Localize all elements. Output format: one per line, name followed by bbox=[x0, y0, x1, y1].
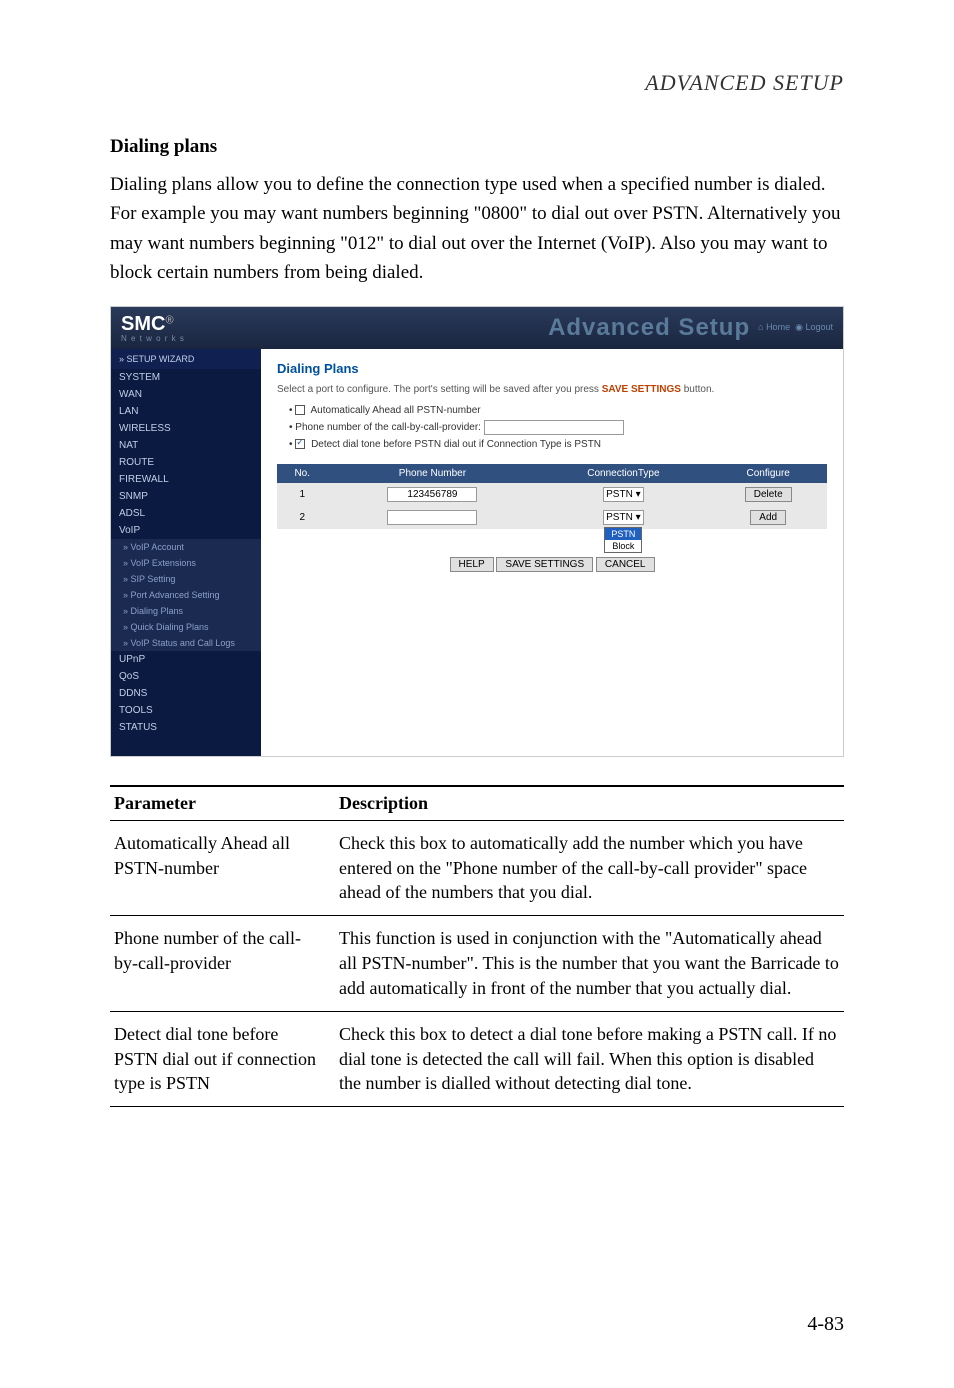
bottom-buttons: HELP SAVE SETTINGS CANCEL bbox=[277, 557, 827, 572]
table-row: Detect dial tone before PSTN dial out if… bbox=[110, 1011, 844, 1106]
bullet-auto-ahead: • Automatically Ahead all PSTN-number bbox=[289, 405, 827, 416]
screenshot-topbar: SMC® N e t w o r k s Advanced Setup ⌂ Ho… bbox=[111, 307, 843, 349]
dialing-plans-table: No. Phone Number ConnectionType Configur… bbox=[277, 464, 827, 529]
sidebar-setup-wizard[interactable]: » SETUP WIZARD bbox=[111, 349, 261, 369]
th-conf: Configure bbox=[709, 464, 827, 483]
param-name-2: Detect dial tone before PSTN dial out if… bbox=[110, 1011, 335, 1106]
main-panel: Dialing Plans Select a port to configure… bbox=[261, 349, 843, 756]
param-header-parameter: Parameter bbox=[110, 786, 335, 821]
help-button[interactable]: HELP bbox=[450, 557, 494, 572]
logo-text: SMC bbox=[121, 313, 165, 335]
cancel-button[interactable]: CANCEL bbox=[596, 557, 655, 572]
bullet-phone-label: Phone number of the call-by-call-provide… bbox=[295, 422, 481, 433]
conn-select-1[interactable]: PSTN ▾ bbox=[603, 487, 643, 502]
screenshot-body: » SETUP WIZARD SYSTEM WAN LAN WIRELESS N… bbox=[111, 349, 843, 756]
th-phone: Phone Number bbox=[327, 464, 537, 483]
table-row: 1 123456789 PSTN ▾ Delete bbox=[277, 483, 827, 506]
sidebar-item-qos[interactable]: QoS bbox=[111, 668, 261, 685]
th-no: No. bbox=[277, 464, 327, 483]
dropdown-option-block[interactable]: Block bbox=[605, 540, 641, 552]
sidebar-item-firewall[interactable]: FIREWALL bbox=[111, 471, 261, 488]
section-title: Dialing plans bbox=[110, 136, 844, 158]
add-button[interactable]: Add bbox=[750, 510, 786, 525]
bullet-detect-tone: • Detect dial tone before PSTN dial out … bbox=[289, 439, 827, 450]
sidebar-item-tools[interactable]: TOOLS bbox=[111, 702, 261, 719]
page-number: 4-83 bbox=[807, 1313, 844, 1336]
sidebar-item-system[interactable]: SYSTEM bbox=[111, 369, 261, 386]
th-conn: ConnectionType bbox=[537, 464, 709, 483]
sidebar-sub-sip[interactable]: » SIP Setting bbox=[111, 571, 261, 587]
sidebar: » SETUP WIZARD SYSTEM WAN LAN WIRELESS N… bbox=[111, 349, 261, 756]
conn-dropdown: PSTN Block bbox=[604, 527, 642, 553]
panel-note: Select a port to configure. The port's s… bbox=[277, 384, 827, 395]
note-pre: Select a port to configure. The port's s… bbox=[277, 384, 602, 395]
phone-input-2[interactable] bbox=[387, 510, 477, 525]
logout-icon: ◉ bbox=[795, 322, 803, 332]
param-desc-1: This function is used in conjunction wit… bbox=[335, 916, 844, 1011]
checkbox-detect-tone[interactable] bbox=[295, 439, 305, 449]
save-settings-button[interactable]: SAVE SETTINGS bbox=[496, 557, 593, 572]
param-name-1: Phone number of the call-by-call-provide… bbox=[110, 916, 335, 1011]
logo-block: SMC® N e t w o r k s bbox=[121, 313, 185, 343]
sidebar-item-wireless[interactable]: WIRELESS bbox=[111, 420, 261, 437]
sidebar-sub-voip-ext[interactable]: » VoIP Extensions bbox=[111, 555, 261, 571]
sidebar-item-status[interactable]: STATUS bbox=[111, 719, 261, 736]
bullet-phone-provider: • Phone number of the call-by-call-provi… bbox=[289, 420, 827, 435]
sidebar-item-nat[interactable]: NAT bbox=[111, 437, 261, 454]
cell-no-1: 1 bbox=[277, 483, 327, 506]
table-row: Automatically Ahead all PSTN-number Chec… bbox=[110, 820, 844, 915]
cell-conn-1: PSTN ▾ bbox=[537, 483, 709, 506]
sidebar-item-voip[interactable]: VoIP bbox=[111, 522, 261, 539]
chevron-down-icon: ▾ bbox=[636, 512, 641, 523]
bullet-detect-label: Detect dial tone before PSTN dial out if… bbox=[311, 439, 601, 450]
logo-reg: ® bbox=[165, 314, 173, 326]
note-post: button. bbox=[681, 384, 714, 395]
sidebar-sub-quick-dial[interactable]: » Quick Dialing Plans bbox=[111, 619, 261, 635]
sidebar-sub-dialing-plans[interactable]: » Dialing Plans bbox=[111, 603, 261, 619]
header-links: ⌂ Home ◉ Logout bbox=[758, 322, 833, 333]
chevron-down-icon: ▾ bbox=[636, 489, 641, 500]
page-header: ADVANCED SETUP bbox=[110, 70, 844, 96]
cell-phone-2 bbox=[327, 506, 537, 529]
cell-btn-1: Delete bbox=[709, 483, 827, 506]
param-header-description: Description bbox=[335, 786, 844, 821]
cell-no-2: 2 bbox=[277, 506, 327, 529]
embedded-screenshot: SMC® N e t w o r k s Advanced Setup ⌂ Ho… bbox=[110, 306, 844, 757]
parameter-table: Parameter Description Automatically Ahea… bbox=[110, 785, 844, 1107]
conn-select-2[interactable]: PSTN ▾ bbox=[603, 510, 643, 525]
sidebar-sub-port-adv[interactable]: » Port Advanced Setting bbox=[111, 587, 261, 603]
bullet-auto-label: Automatically Ahead all PSTN-number bbox=[311, 405, 481, 416]
cell-phone-1: 123456789 bbox=[327, 483, 537, 506]
sidebar-item-snmp[interactable]: SNMP bbox=[111, 488, 261, 505]
param-name-0: Automatically Ahead all PSTN-number bbox=[110, 820, 335, 915]
sidebar-item-route[interactable]: ROUTE bbox=[111, 454, 261, 471]
advanced-setup-text: Advanced Setup bbox=[548, 314, 750, 342]
logo-subtext: N e t w o r k s bbox=[121, 334, 185, 343]
table-row: Phone number of the call-by-call-provide… bbox=[110, 916, 844, 1011]
phone-provider-input[interactable] bbox=[484, 420, 624, 435]
logout-link[interactable]: Logout bbox=[805, 322, 833, 332]
sidebar-item-wan[interactable]: WAN bbox=[111, 386, 261, 403]
sidebar-sub-voip-account[interactable]: » VoIP Account bbox=[111, 539, 261, 555]
note-bold: SAVE SETTINGS bbox=[602, 384, 681, 395]
sidebar-item-upnp[interactable]: UPnP bbox=[111, 651, 261, 668]
delete-button[interactable]: Delete bbox=[745, 487, 792, 502]
section-paragraph: Dialing plans allow you to define the co… bbox=[110, 170, 844, 288]
header-right: Advanced Setup ⌂ Home ◉ Logout bbox=[548, 314, 833, 342]
param-desc-0: Check this box to automatically add the … bbox=[335, 820, 844, 915]
sidebar-item-adsl[interactable]: ADSL bbox=[111, 505, 261, 522]
sidebar-item-lan[interactable]: LAN bbox=[111, 403, 261, 420]
phone-input-1[interactable]: 123456789 bbox=[387, 487, 477, 502]
sidebar-sub-voip-status[interactable]: » VoIP Status and Call Logs bbox=[111, 635, 261, 651]
dropdown-option-pstn[interactable]: PSTN bbox=[605, 528, 641, 540]
table-row: 2 PSTN ▾ PSTN Block Add bbox=[277, 506, 827, 529]
cell-btn-2: Add bbox=[709, 506, 827, 529]
home-link[interactable]: Home bbox=[766, 322, 790, 332]
cell-conn-2: PSTN ▾ PSTN Block bbox=[537, 506, 709, 529]
sidebar-item-ddns[interactable]: DDNS bbox=[111, 685, 261, 702]
home-icon: ⌂ bbox=[758, 322, 763, 332]
panel-title: Dialing Plans bbox=[277, 361, 827, 376]
checkbox-auto-ahead[interactable] bbox=[295, 405, 305, 415]
param-desc-2: Check this box to detect a dial tone bef… bbox=[335, 1011, 844, 1106]
